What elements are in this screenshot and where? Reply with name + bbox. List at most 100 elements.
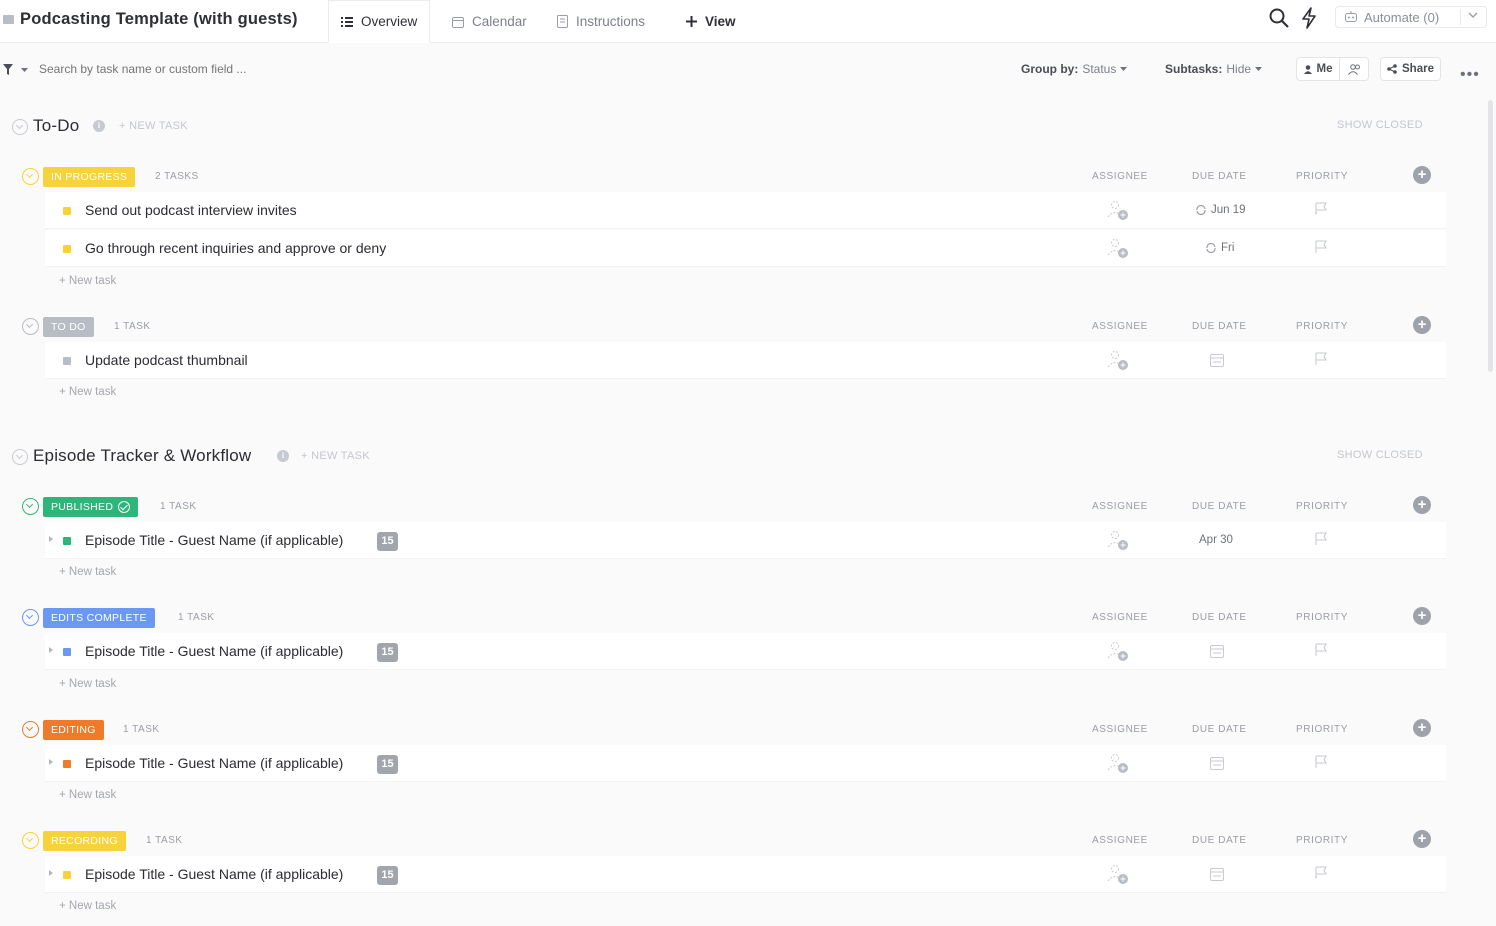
filter-icon[interactable]	[3, 64, 13, 75]
subtask-count-badge[interactable]: 15	[377, 866, 398, 885]
collapse-group-icon[interactable]	[22, 609, 39, 626]
column-priority[interactable]: PRIORITY	[1296, 171, 1348, 182]
column-assignee[interactable]: ASSIGNEE	[1092, 501, 1148, 512]
expand-subtasks-icon[interactable]	[49, 647, 53, 653]
subtasks-select[interactable]: Subtasks: Hide	[1165, 62, 1263, 76]
status-badge[interactable]: TO DO	[43, 317, 94, 337]
status-square[interactable]	[63, 207, 71, 215]
new-task-link[interactable]: + New task	[59, 900, 116, 912]
task-name[interactable]: Episode Title - Guest Name (if applicabl…	[85, 643, 343, 659]
task-name[interactable]: Episode Title - Guest Name (if applicabl…	[85, 866, 343, 882]
collapse-section-icon[interactable]	[12, 449, 28, 465]
add-assignee-icon[interactable]	[1105, 751, 1129, 775]
column-due-date[interactable]: DUE DATE	[1192, 835, 1247, 846]
column-due-date[interactable]: DUE DATE	[1192, 612, 1247, 623]
priority-flag-icon[interactable]	[1315, 352, 1327, 365]
status-badge[interactable]: PUBLISHED	[43, 497, 139, 517]
add-assignee-icon[interactable]	[1105, 639, 1129, 663]
priority-flag-icon[interactable]	[1315, 643, 1327, 656]
subtask-count-badge[interactable]: 15	[377, 755, 398, 774]
more-options-icon[interactable]: •••	[1460, 66, 1480, 84]
add-assignee-icon[interactable]	[1105, 528, 1129, 552]
group-by-select[interactable]: Group by: Status	[1021, 62, 1128, 76]
column-assignee[interactable]: ASSIGNEE	[1092, 724, 1148, 735]
priority-flag-icon[interactable]	[1315, 202, 1327, 215]
me-filter-button[interactable]: Me	[1296, 57, 1340, 81]
caret-down-icon[interactable]	[21, 68, 28, 72]
lightning-icon[interactable]	[1300, 7, 1318, 29]
add-column-icon[interactable]: +	[1413, 316, 1431, 334]
column-assignee[interactable]: ASSIGNEE	[1092, 171, 1148, 182]
task-row[interactable]: Episode Title - Guest Name (if applicabl…	[45, 856, 1446, 893]
status-square[interactable]	[63, 760, 71, 768]
column-priority[interactable]: PRIORITY	[1296, 321, 1348, 332]
column-priority[interactable]: PRIORITY	[1296, 612, 1348, 623]
calendar-icon[interactable]	[1209, 755, 1225, 771]
calendar-icon[interactable]	[1209, 643, 1225, 659]
expand-subtasks-icon[interactable]	[49, 870, 53, 876]
task-name[interactable]: Update podcast thumbnail	[85, 352, 248, 368]
task-row[interactable]: Episode Title - Guest Name (if applicabl…	[45, 522, 1446, 559]
priority-flag-icon[interactable]	[1315, 755, 1327, 768]
assignees-filter-button[interactable]	[1339, 57, 1369, 81]
add-assignee-icon[interactable]	[1105, 236, 1129, 260]
task-name[interactable]: Go through recent inquiries and approve …	[85, 240, 386, 256]
due-date[interactable]: Apr 30	[1199, 534, 1233, 546]
new-task-link[interactable]: + New task	[59, 566, 116, 578]
status-square[interactable]	[63, 245, 71, 253]
tab-calendar[interactable]: Calendar	[452, 0, 527, 43]
status-badge[interactable]: EDITS COMPLETE	[43, 608, 155, 628]
task-name[interactable]: Episode Title - Guest Name (if applicabl…	[85, 755, 343, 771]
show-closed-button[interactable]: SHOW CLOSED	[1337, 119, 1423, 131]
new-task-link[interactable]: + New task	[59, 678, 116, 690]
task-row[interactable]: Go through recent inquiries and approve …	[45, 230, 1446, 267]
status-square[interactable]	[63, 357, 71, 365]
subtask-count-badge[interactable]: 15	[377, 532, 398, 551]
due-date[interactable]: Jun 19	[1195, 204, 1246, 216]
column-priority[interactable]: PRIORITY	[1296, 835, 1348, 846]
add-view-button[interactable]: View	[686, 0, 736, 43]
search-icon[interactable]	[1268, 7, 1290, 29]
task-row[interactable]: Send out podcast interview invites Jun 1…	[45, 192, 1446, 229]
status-badge[interactable]: EDITING	[43, 720, 104, 740]
priority-flag-icon[interactable]	[1315, 532, 1327, 545]
status-square[interactable]	[63, 648, 71, 656]
add-column-icon[interactable]: +	[1413, 830, 1431, 848]
show-closed-button[interactable]: SHOW CLOSED	[1337, 449, 1423, 461]
column-due-date[interactable]: DUE DATE	[1192, 321, 1247, 332]
task-name[interactable]: Send out podcast interview invites	[85, 202, 297, 218]
new-task-link[interactable]: + New task	[59, 275, 116, 287]
share-button[interactable]: Share	[1380, 57, 1441, 81]
expand-subtasks-icon[interactable]	[49, 759, 53, 765]
automate-button[interactable]: Automate (0)	[1335, 6, 1487, 28]
tab-instructions[interactable]: Instructions	[557, 0, 645, 43]
vertical-scrollbar[interactable]	[1488, 100, 1493, 372]
task-row[interactable]: Episode Title - Guest Name (if applicabl…	[45, 745, 1446, 782]
tab-overview[interactable]: Overview	[328, 0, 431, 43]
breadcrumb[interactable]: Podcasting Template (with guests)	[0, 10, 298, 29]
chevron-down-icon[interactable]	[1468, 12, 1478, 19]
status-badge[interactable]: RECORDING	[43, 831, 126, 851]
new-task-link[interactable]: + New task	[59, 789, 116, 801]
column-due-date[interactable]: DUE DATE	[1192, 724, 1247, 735]
add-column-icon[interactable]: +	[1413, 719, 1431, 737]
add-column-icon[interactable]: +	[1413, 496, 1431, 514]
priority-flag-icon[interactable]	[1315, 866, 1327, 879]
subtask-count-badge[interactable]: 15	[377, 643, 398, 662]
calendar-icon[interactable]	[1209, 866, 1225, 882]
due-date[interactable]: Fri	[1205, 242, 1234, 254]
collapse-group-icon[interactable]	[22, 318, 39, 335]
new-task-button[interactable]: + NEW TASK	[119, 120, 188, 132]
add-column-icon[interactable]: +	[1413, 607, 1431, 625]
status-square[interactable]	[63, 871, 71, 879]
add-assignee-icon[interactable]	[1105, 198, 1129, 222]
collapse-group-icon[interactable]	[22, 832, 39, 849]
column-assignee[interactable]: ASSIGNEE	[1092, 321, 1148, 332]
new-task-link[interactable]: + New task	[59, 386, 116, 398]
task-row[interactable]: Episode Title - Guest Name (if applicabl…	[45, 633, 1446, 670]
column-priority[interactable]: PRIORITY	[1296, 724, 1348, 735]
column-assignee[interactable]: ASSIGNEE	[1092, 612, 1148, 623]
column-priority[interactable]: PRIORITY	[1296, 501, 1348, 512]
column-due-date[interactable]: DUE DATE	[1192, 171, 1247, 182]
collapse-section-icon[interactable]	[12, 119, 28, 135]
